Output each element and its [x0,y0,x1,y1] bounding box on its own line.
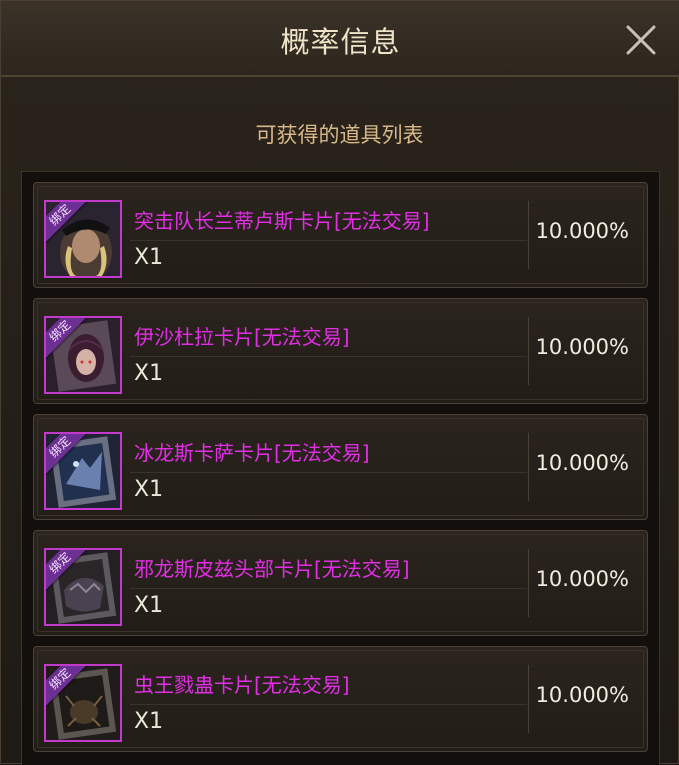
list-item[interactable]: 绑定 伊沙杜拉卡片[无法交易] X1 10.000% [33,298,648,404]
divider [130,588,527,589]
close-button[interactable] [622,21,660,59]
item-name: 邪龙斯皮兹头部卡片[无法交易] [134,557,410,581]
item-name: 突击队长兰蒂卢斯卡片[无法交易] [134,209,430,233]
divider [130,472,527,473]
dialog-title: 概率信息 [280,25,401,59]
item-quantity: X1 [134,245,164,270]
item-probability: 10.000% [535,219,629,243]
item-probability: 10.000% [535,567,629,591]
item-list[interactable]: 绑定 突击队长兰蒂卢斯卡片[无法交易] X1 10.000% 绑定 伊沙杜拉卡片… [21,171,660,765]
list-item[interactable]: 绑定 突击队长兰蒂卢斯卡片[无法交易] X1 10.000% [33,182,648,288]
divider [528,549,529,617]
item-quantity: X1 [134,709,164,734]
divider [528,201,529,269]
item-quantity: X1 [134,477,164,502]
item-icon-frame[interactable]: 绑定 [44,316,122,394]
list-item[interactable]: 绑定 虫王戮蛊卡片[无法交易] X1 10.000% [33,646,648,752]
item-icon-frame[interactable]: 绑定 [44,664,122,742]
item-probability: 10.000% [535,335,629,359]
list-subtitle: 可获得的道具列表 [255,123,424,147]
divider [528,433,529,501]
list-item[interactable]: 绑定 邪龙斯皮兹头部卡片[无法交易] X1 10.000% [33,530,648,636]
item-name: 伊沙杜拉卡片[无法交易] [134,325,350,349]
item-name: 冰龙斯卡萨卡片[无法交易] [134,441,370,465]
item-icon-frame[interactable]: 绑定 [44,432,122,510]
divider [130,240,527,241]
item-probability: 10.000% [535,451,629,475]
divider [130,704,527,705]
item-icon-frame[interactable]: 绑定 [44,200,122,278]
dialog-header: 概率信息 [1,1,679,77]
item-quantity: X1 [134,593,164,618]
item-name: 虫王戮蛊卡片[无法交易] [134,673,350,697]
divider [528,665,529,733]
item-probability: 10.000% [535,683,629,707]
list-item[interactable]: 绑定 冰龙斯卡萨卡片[无法交易] X1 10.000% [33,414,648,520]
item-quantity: X1 [134,361,164,386]
item-icon-frame[interactable]: 绑定 [44,548,122,626]
divider [528,317,529,385]
probability-dialog: 概率信息 可获得的道具列表 绑定 突击队长兰蒂卢斯卡片[无法交易] X1 10.… [0,0,679,765]
close-icon [626,25,656,55]
divider [130,356,527,357]
